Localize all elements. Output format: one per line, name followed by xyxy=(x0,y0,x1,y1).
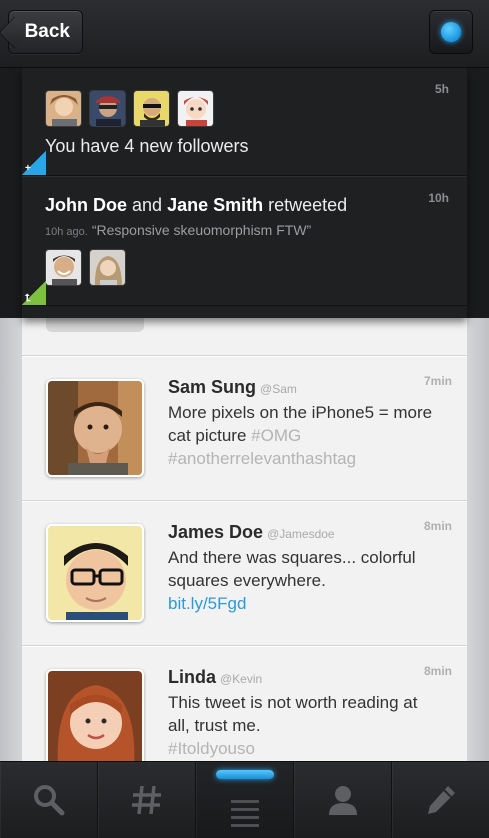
status-button[interactable] xyxy=(429,10,473,54)
retweeter-avatars xyxy=(45,249,126,286)
follower-avatars xyxy=(45,90,214,127)
author-handle: @Jamesdoe xyxy=(267,527,335,541)
tweet-author[interactable]: James Doe @Jamesdoe xyxy=(168,522,335,543)
list-edge-left xyxy=(0,318,22,761)
tweet-text: This tweet is not worth reading at all, … xyxy=(168,693,418,735)
notification-time: 5h xyxy=(434,82,449,96)
compose-icon xyxy=(427,786,455,814)
hashtag-icon xyxy=(131,785,161,815)
tweet-hashtags[interactable]: #Itoldyouso xyxy=(168,737,438,760)
top-bar: Back xyxy=(0,0,489,68)
tweet-time: 8min xyxy=(423,664,452,678)
tweet-author[interactable]: Sam Sung @Sam xyxy=(168,377,297,398)
search-icon xyxy=(33,785,64,816)
list-edge-right xyxy=(467,318,489,761)
tweet-author[interactable]: Linda @Kevin xyxy=(168,667,262,688)
avatar[interactable] xyxy=(46,524,144,622)
notification-text: John Doe and Jane Smith retweeted xyxy=(45,195,347,216)
author-name: Linda xyxy=(168,667,216,687)
joiner-text: and xyxy=(132,195,163,215)
notification-quote: “Responsive skeuomorphism FTW” xyxy=(91,222,312,238)
tab-timeline[interactable] xyxy=(196,762,294,838)
author-name: Sam Sung xyxy=(168,377,257,397)
user-name[interactable]: Jane Smith xyxy=(167,195,263,215)
tweet-body: More pixels on the iPhone5 = more cat pi… xyxy=(168,401,438,470)
author-handle: @Sam xyxy=(260,382,297,396)
author-handle: @Kevin xyxy=(220,672,263,686)
panel-shadow-right xyxy=(467,68,489,318)
back-button-label: Back xyxy=(24,21,70,42)
action-text: retweeted xyxy=(268,195,348,215)
profile-icon xyxy=(328,786,357,815)
tab-bar xyxy=(0,761,489,838)
tweet-text: And there was squares... colorful square… xyxy=(168,548,416,590)
notification-ago: 10h ago. xyxy=(45,226,88,238)
tweet-link[interactable]: bit.ly/5Fgd xyxy=(168,592,438,615)
list-item[interactable]: James Doe @Jamesdoe 8min And there was sq… xyxy=(22,501,467,646)
notification-text: You have 4 new followers xyxy=(45,136,249,156)
tab-hashtags[interactable] xyxy=(98,762,196,838)
notification-subtext: 10h ago. “Responsive skeuomorphism FTW” xyxy=(45,222,311,238)
avatar[interactable] xyxy=(177,90,214,127)
back-button[interactable]: Back xyxy=(8,10,83,54)
list-icon xyxy=(230,800,259,827)
status-dot-icon xyxy=(441,22,461,42)
panel-shadow-left xyxy=(0,68,22,318)
tweet-body: This tweet is not worth reading at all, … xyxy=(168,691,438,760)
retweet-icon: ⮤ xyxy=(22,281,46,305)
tab-search[interactable] xyxy=(0,762,98,838)
list-item[interactable] xyxy=(22,318,467,356)
tab-profile[interactable] xyxy=(294,762,392,838)
avatar[interactable] xyxy=(133,90,170,127)
tweet-time: 7min xyxy=(423,374,452,388)
notification-time: 10h xyxy=(428,191,449,205)
notification-retweet[interactable]: 10h John Doe and Jane Smith retweeted 10… xyxy=(22,176,467,306)
avatar[interactable] xyxy=(89,90,126,127)
avatar[interactable] xyxy=(46,379,144,477)
author-name: James Doe xyxy=(168,522,264,542)
user-name[interactable]: John Doe xyxy=(45,195,127,215)
active-tab-indicator xyxy=(215,770,274,779)
list-item[interactable]: Sam Sung @Sam 7min More pixels on the iPh… xyxy=(22,356,467,501)
tweet-time: 8min xyxy=(423,519,452,533)
list-item[interactable]: Linda @Kevin 8min This tweet is not worth… xyxy=(22,646,467,761)
tab-compose[interactable] xyxy=(392,762,489,838)
tweet-body: And there was squares... colorful square… xyxy=(168,546,438,615)
tweet-list[interactable]: Sam Sung @Sam 7min More pixels on the iPh… xyxy=(22,318,467,761)
avatar[interactable] xyxy=(45,90,82,127)
notification-new-followers[interactable]: 5h You have 4 new followers + xyxy=(22,68,467,176)
notifications-panel: 5h You have 4 new followers + 10h John D… xyxy=(22,68,467,318)
avatar[interactable] xyxy=(89,249,126,286)
plus-icon: + xyxy=(22,151,46,175)
avatar[interactable] xyxy=(45,249,82,286)
avatar xyxy=(46,318,144,332)
avatar[interactable] xyxy=(46,669,144,761)
